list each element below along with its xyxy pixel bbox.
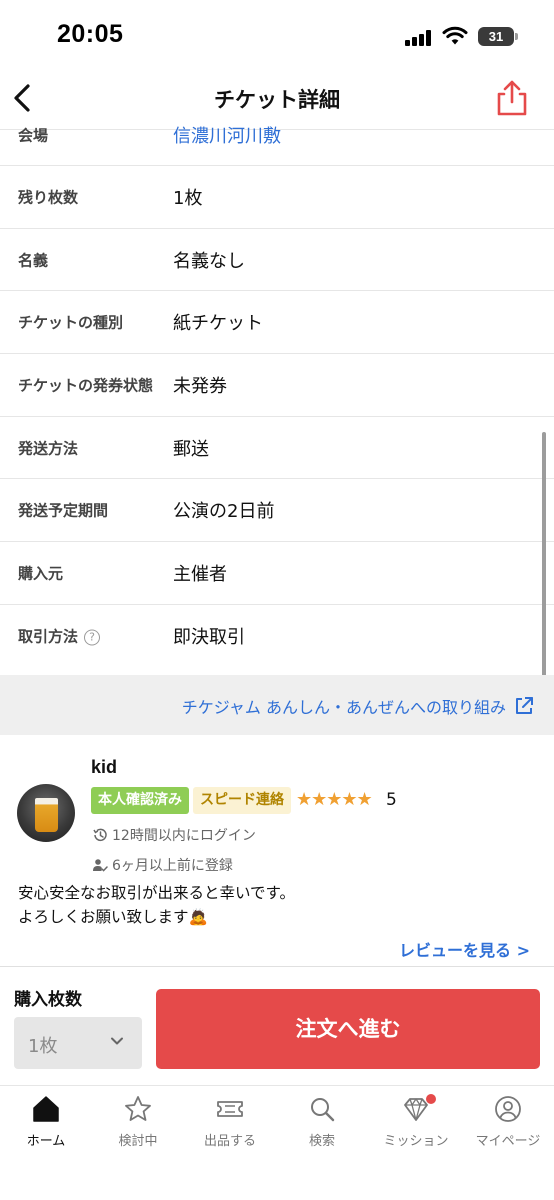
detail-value: 公演の2日前 <box>173 501 275 523</box>
user-icon <box>495 1096 521 1122</box>
detail-row-issue-status: チケットの発券状態 未発券 <box>0 354 554 417</box>
safety-band: チケジャム あんしん・あんぜんへの取り組み <box>0 675 554 735</box>
tab-sell[interactable]: 出品する <box>184 1094 276 1154</box>
order-button[interactable]: 注文へ進む <box>156 989 540 1069</box>
search-icon <box>311 1098 335 1122</box>
detail-value: 1枚 <box>173 187 203 209</box>
detail-label: 取引方法? <box>18 626 101 647</box>
detail-value: 紙チケット <box>173 313 263 335</box>
detail-row-remaining: 残り枚数 1枚 <box>0 166 554 229</box>
view-reviews-link[interactable]: レビューを見る > <box>399 937 530 961</box>
detail-label: 名義 <box>18 251 49 270</box>
ticket-details: 会場 信濃川河川敷 残り枚数 1枚 名義 名義なし チケットの種別 紙チケット … <box>0 104 554 668</box>
ticket-icon <box>217 1101 243 1117</box>
detail-label: チケットの種別 <box>18 313 124 332</box>
detail-label: 会場 <box>18 126 49 144</box>
safety-link-label: チケジャム あんしん・あんぜんへの取り組み <box>181 698 506 717</box>
notification-dot <box>426 1094 436 1104</box>
quantity-value: 1枚 <box>28 1036 58 1057</box>
detail-row-venue: 会場 信濃川河川敷 <box>0 104 554 166</box>
detail-row-source: 購入元 主催者 <box>0 542 554 605</box>
tab-label: 検索 <box>308 1134 335 1149</box>
status-bar: 20:05 31 <box>0 0 554 70</box>
seller-comment-line: よろしくお願い致します🙇 <box>18 908 208 926</box>
detail-row-trade-method: 取引方法? 即決取引 <box>0 605 554 668</box>
detail-value: 未発券 <box>173 375 227 397</box>
user-check-icon <box>93 859 108 872</box>
home-icon <box>33 1096 59 1122</box>
trade-method-label: 取引方法 <box>18 627 79 646</box>
venue-link[interactable]: 信濃川河川敷 <box>173 122 281 148</box>
tab-bar: ホーム 検討中 出品する 検索 ミッション マイページ <box>0 1085 554 1200</box>
status-time: 20:05 <box>57 20 124 48</box>
detail-value: 名義なし <box>173 250 245 272</box>
registration-text: 6ヶ月以上前に登録 <box>112 858 233 874</box>
last-login-info: 12時間以内にログイン <box>92 825 256 845</box>
detail-value: 即決取引 <box>173 627 245 649</box>
chevron-down-icon <box>111 1037 123 1045</box>
seller-comment: 安心安全なお取引が出来ると幸いです。 よろしくお願い致します🙇 <box>18 881 295 929</box>
seller-comment-line: 安心安全なお取引が出来ると幸いです。 <box>18 884 295 902</box>
detail-label: 発送予定期間 <box>18 501 109 520</box>
purchase-bar: 購入枚数 1枚 注文へ進む <box>0 966 554 1086</box>
rating-value: 5 <box>386 790 397 810</box>
detail-label: 発送方法 <box>18 439 79 458</box>
scrollbar[interactable] <box>542 432 546 677</box>
tab-watchlist[interactable]: 検討中 <box>92 1094 184 1154</box>
detail-value: 主催者 <box>173 563 227 585</box>
star-icon <box>125 1096 151 1121</box>
tab-label: ホーム <box>26 1134 66 1149</box>
seller-card: kid 本人確認済み スピード連絡 ★★★★★ 5 12時間以内にログイン 6ヶ… <box>0 735 554 965</box>
detail-row-ticket-type: チケットの種別 紙チケット <box>0 291 554 355</box>
beer-glass-image <box>35 798 58 832</box>
quantity-label: 購入枚数 <box>14 990 82 1010</box>
wifi-icon <box>442 26 468 45</box>
tab-home[interactable]: ホーム <box>0 1094 92 1154</box>
detail-label: チケットの発券状態 <box>18 376 154 395</box>
help-icon[interactable]: ? <box>84 629 101 646</box>
detail-row-shipping-period: 発送予定期間 公演の2日前 <box>0 479 554 543</box>
safety-link[interactable]: チケジャム あんしん・あんぜんへの取り組み <box>182 694 534 718</box>
seller-name[interactable]: kid <box>91 757 117 778</box>
tab-mypage[interactable]: マイページ <box>462 1094 554 1154</box>
detail-row-name: 名義 名義なし <box>0 229 554 292</box>
tab-mission[interactable]: ミッション <box>370 1094 462 1154</box>
tab-label: ミッション <box>383 1134 449 1149</box>
tab-search[interactable]: 検索 <box>276 1094 368 1154</box>
last-login-text: 12時間以内にログイン <box>112 828 256 844</box>
quantity-select[interactable]: 1枚 <box>14 1017 142 1069</box>
registration-info: 6ヶ月以上前に登録 <box>92 855 233 875</box>
detail-row-shipping-method: 発送方法 郵送 <box>0 417 554 480</box>
rating-stars-icon: ★★★★★ <box>296 789 373 810</box>
tab-label: マイページ <box>475 1134 541 1149</box>
detail-label: 購入元 <box>18 564 64 583</box>
tab-label: 検討中 <box>118 1134 158 1149</box>
avatar[interactable] <box>17 784 75 842</box>
identity-verified-badge: 本人確認済み <box>91 787 189 814</box>
battery-icon: 31 <box>478 27 518 46</box>
detail-value: 郵送 <box>173 438 209 460</box>
detail-label: 残り枚数 <box>18 188 79 207</box>
external-link-icon <box>516 697 533 714</box>
signal-icon <box>405 30 433 46</box>
tab-label: 出品する <box>203 1134 256 1149</box>
clock-history-icon <box>93 828 107 842</box>
speed-contact-badge: スピード連絡 <box>193 787 291 814</box>
